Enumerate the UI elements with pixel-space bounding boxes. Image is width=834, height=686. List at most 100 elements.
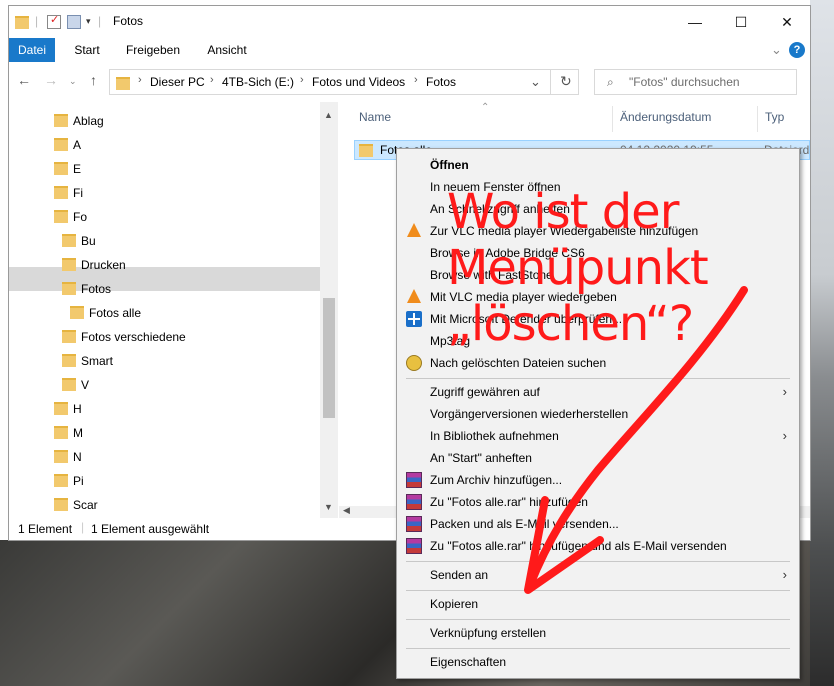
close-button[interactable]: ✕ — [764, 6, 810, 38]
menu-separator — [406, 590, 790, 591]
menu-item-vlc-play[interactable]: Mit VLC media player wiedergeben — [397, 286, 799, 308]
separator-icon: | — [35, 14, 39, 28]
new-folder-icon[interactable] — [67, 15, 81, 29]
forward-button[interactable]: → — [44, 72, 58, 88]
menu-item-copy[interactable]: Kopieren — [397, 593, 799, 615]
tree-item[interactable]: H — [54, 398, 82, 420]
menu-item-adobe-bridge[interactable]: Browse in Adobe Bridge CS6 — [397, 242, 799, 264]
breadcrumb-sep: › — [414, 74, 418, 86]
menu-item-restore-versions[interactable]: Vorgängerversionen wiederherstellen — [397, 403, 799, 425]
menu-item-pin-quick-access[interactable]: An Schnellzugriff anheften — [397, 198, 799, 220]
tree-item[interactable]: Smart — [62, 350, 113, 372]
address-row: ← → ⌄ ↑ › Dieser PC › 4TB-Sich (E:) › Fo… — [9, 62, 810, 102]
tab-datei[interactable]: Datei — [9, 38, 55, 62]
column-name[interactable]: Name — [359, 110, 391, 124]
status-divider: | — [81, 520, 85, 534]
tree-item[interactable]: E — [54, 158, 81, 180]
title-bar: | ✓ ▾ | Fotos — ☐ ✕ — [9, 6, 810, 38]
scroll-up-icon[interactable]: ▲ — [324, 110, 333, 120]
folder-icon — [54, 114, 68, 128]
breadcrumb-fotos-und-videos[interactable]: Fotos und Videos — [312, 75, 405, 89]
scroll-down-icon[interactable]: ▼ — [324, 502, 333, 512]
tree-item[interactable]: Drucken — [62, 254, 126, 276]
folder-icon — [54, 474, 68, 488]
scroll-left-icon[interactable]: ◀ — [343, 505, 350, 516]
tree-item[interactable]: A — [54, 134, 81, 156]
menu-item-faststone[interactable]: Browse with FastStone — [397, 264, 799, 286]
breadcrumb-drive[interactable]: 4TB-Sich (E:) — [222, 75, 294, 89]
folder-icon — [62, 378, 76, 392]
menu-item-add-archive[interactable]: Zum Archiv hinzufügen... — [397, 469, 799, 491]
tree-item[interactable]: V — [62, 374, 89, 396]
search-box[interactable]: ⌕ "Fotos" durchsuchen — [594, 69, 797, 95]
menu-item-pin-start[interactable]: An "Start" anheften — [397, 447, 799, 469]
column-divider[interactable] — [757, 106, 758, 132]
menu-item-find-deleted[interactable]: Nach gelöschten Dateien suchen — [397, 352, 799, 374]
breadcrumb-sep: › — [210, 74, 214, 86]
menu-item-grant-access[interactable]: Zugriff gewähren auf › — [397, 381, 799, 403]
menu-item-properties[interactable]: Eigenschaften — [397, 651, 799, 673]
menu-item-include-library[interactable]: In Bibliothek aufnehmen › — [397, 425, 799, 447]
breadcrumb-dieser-pc[interactable]: Dieser PC — [150, 75, 205, 89]
up-button[interactable]: ↑ — [90, 72, 97, 88]
menu-item-mp3tag[interactable]: Mp3tag — [397, 330, 799, 352]
tree-item-selected[interactable]: Fotos — [62, 278, 111, 300]
maximize-button[interactable]: ☐ — [718, 6, 764, 38]
column-type[interactable]: Typ — [765, 110, 784, 124]
folder-icon — [54, 186, 68, 200]
quick-access-dropdown-icon[interactable]: ▾ — [86, 16, 91, 27]
separator-icon: | — [98, 14, 102, 28]
menu-item-send-to[interactable]: Senden an › — [397, 564, 799, 586]
folder-icon — [62, 282, 76, 296]
menu-item-vlc-playlist[interactable]: Zur VLC media player Wiedergabeliste hin… — [397, 220, 799, 242]
address-bar[interactable]: › Dieser PC › 4TB-Sich (E:) › Fotos und … — [109, 69, 579, 95]
menu-item-pack-email[interactable]: Packen und als E-Mail versenden... — [397, 513, 799, 535]
back-button[interactable]: ← — [17, 72, 31, 88]
column-date[interactable]: Änderungsdatum — [620, 110, 711, 124]
tree-item[interactable]: Fotos verschiedene — [62, 326, 186, 348]
properties-icon[interactable]: ✓ — [47, 14, 61, 29]
tree-item[interactable]: M — [54, 422, 83, 444]
tree-item[interactable]: Fotos alle — [70, 302, 141, 324]
nav-scrollbar[interactable]: ▲ ▼ — [320, 102, 338, 518]
menu-item-open-new-window[interactable]: In neuem Fenster öffnen — [397, 176, 799, 198]
tree-item[interactable]: N — [54, 446, 82, 468]
tree-item[interactable]: Fo — [54, 206, 87, 228]
tab-ansicht[interactable]: Ansicht — [197, 38, 257, 62]
tab-start[interactable]: Start — [64, 38, 110, 62]
search-input[interactable]: "Fotos" durchsuchen — [629, 75, 740, 89]
address-dropdown-icon[interactable]: ⌄ — [530, 74, 541, 90]
breadcrumb-fotos[interactable]: Fotos — [426, 75, 456, 89]
folder-icon — [116, 77, 130, 90]
tree-item[interactable]: Fi — [54, 182, 83, 204]
menu-separator — [406, 378, 790, 379]
refresh-button[interactable]: ↻ — [560, 73, 572, 90]
folder-icon — [54, 210, 68, 224]
folder-icon — [54, 162, 68, 176]
folder-icon — [70, 306, 84, 320]
nav-scrollbar-thumb[interactable] — [323, 298, 335, 418]
context-menu: Öffnen In neuem Fenster öffnen An Schnel… — [396, 148, 800, 679]
menu-item-add-rar-email[interactable]: Zu "Fotos alle.rar" hinzufügen und als E… — [397, 535, 799, 557]
vlc-icon — [406, 223, 422, 239]
tab-freigeben[interactable]: Freigeben — [117, 38, 189, 62]
tree-item[interactable]: Scar — [54, 494, 98, 516]
menu-separator — [406, 561, 790, 562]
recent-dropdown-icon[interactable]: ⌄ — [69, 76, 77, 87]
tree-item[interactable]: Pi — [54, 470, 84, 492]
breadcrumb-sep: › — [138, 74, 142, 86]
ribbon-expand-icon[interactable]: ⌄ — [771, 42, 782, 58]
help-icon[interactable]: ? — [789, 42, 805, 58]
menu-item-create-shortcut[interactable]: Verknüpfung erstellen — [397, 622, 799, 644]
tree-item[interactable]: Bu — [62, 230, 96, 252]
menu-item-add-rar[interactable]: Zu "Fotos alle.rar" hinzufügen — [397, 491, 799, 513]
menu-item-open[interactable]: Öffnen — [397, 154, 799, 176]
menu-separator — [406, 619, 790, 620]
menu-item-defender-scan[interactable]: Mit Microsoft Defender überprüfen... — [397, 308, 799, 330]
folder-icon — [15, 16, 29, 30]
folder-icon — [359, 144, 373, 157]
folder-icon — [54, 426, 68, 440]
minimize-button[interactable]: — — [672, 6, 718, 38]
column-divider[interactable] — [612, 106, 613, 132]
tree-item[interactable]: Ablag — [54, 110, 104, 132]
